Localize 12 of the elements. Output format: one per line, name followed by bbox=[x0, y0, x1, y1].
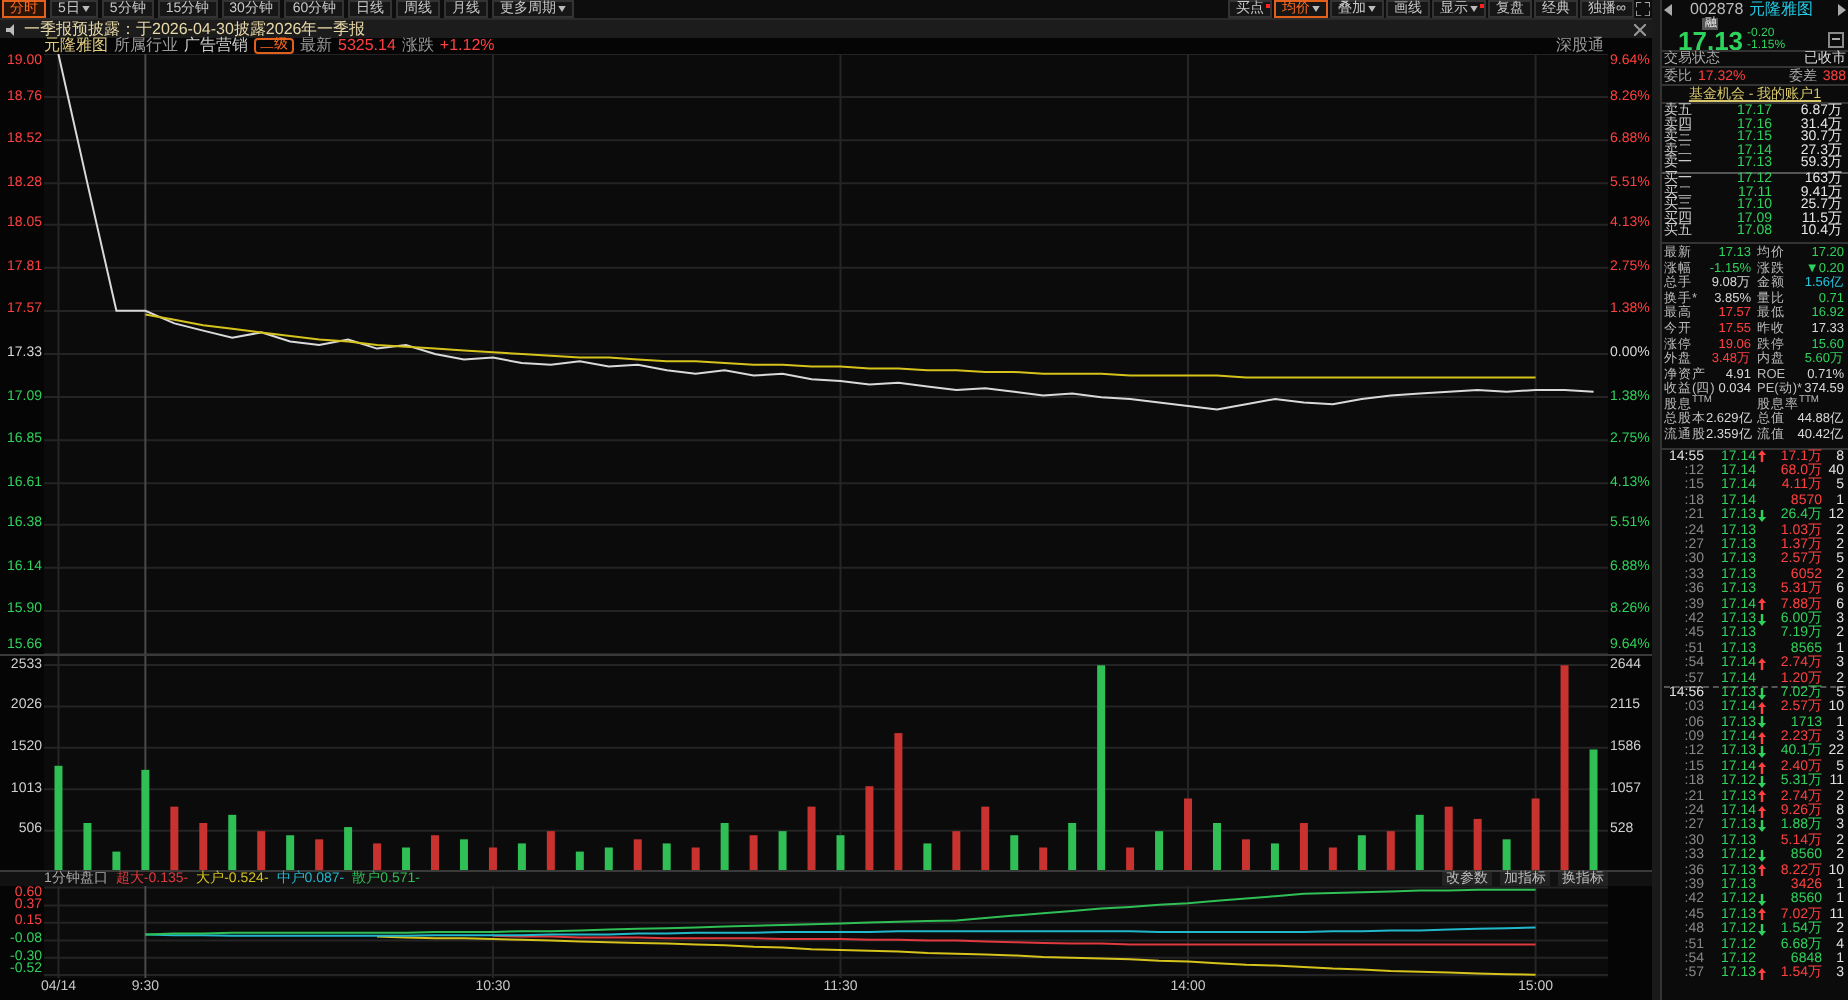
latest-label: 最新 bbox=[300, 38, 332, 54]
notice-text: 一季报预披露：于2026-04-30披露2026年一季报 bbox=[24, 21, 366, 37]
stock-name: 元隆雅图 bbox=[44, 38, 108, 54]
industry-label: 所属行业 bbox=[114, 38, 178, 54]
stock-name: 元隆雅图 bbox=[1749, 2, 1814, 18]
index-value: 5325.14 bbox=[338, 38, 396, 54]
stock-code: 002878 bbox=[1690, 2, 1744, 18]
connect-label: 深股通 bbox=[1556, 38, 1604, 54]
change-label: 涨跌 bbox=[401, 38, 434, 54]
industry-name: 广告营销 bbox=[184, 38, 248, 54]
change-value: +1.12% bbox=[439, 38, 495, 54]
last-price: 17.13 bbox=[1678, 30, 1744, 52]
